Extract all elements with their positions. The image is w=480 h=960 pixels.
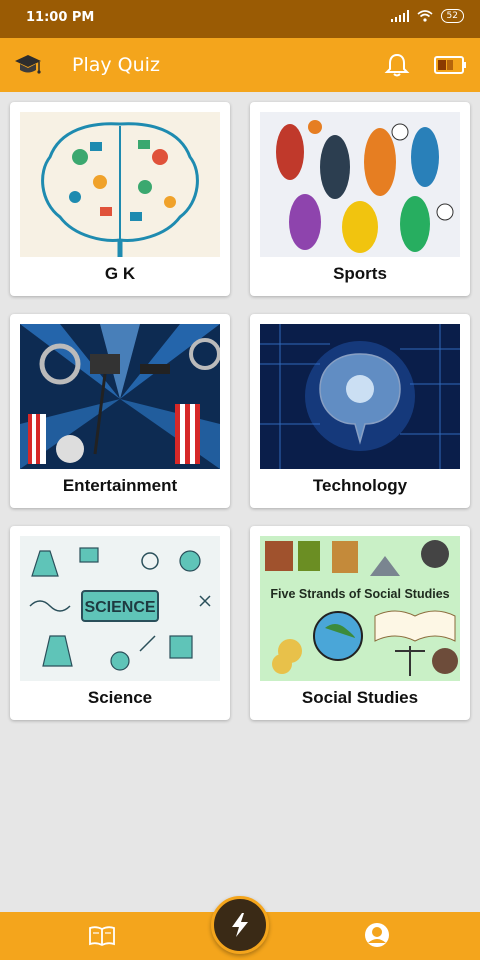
science-caption: SCIENCE [84, 599, 155, 616]
category-label: Social Studies [301, 688, 419, 707]
category-label: Sports [333, 264, 387, 283]
bell-icon[interactable] [384, 52, 410, 78]
battery-icon[interactable] [434, 55, 468, 75]
wifi-icon [417, 10, 433, 22]
graduation-cap-icon [15, 55, 41, 74]
play-quiz-button[interactable] [211, 896, 269, 954]
category-card-sports[interactable]: Sports [250, 102, 470, 296]
category-card-social-studies[interactable]: Five Strands of Social Studies Social St… [250, 526, 470, 720]
technology-image [260, 324, 460, 469]
profile-icon[interactable] [364, 922, 390, 948]
status-bar: 11:00 PM 52 [0, 0, 480, 38]
social-studies-image: Five Strands of Social Studies [260, 536, 460, 681]
sports-image [260, 112, 460, 257]
battery-level-badge: 52 [440, 9, 464, 23]
category-label: Entertainment [62, 476, 178, 495]
category-label: Science [87, 688, 153, 707]
category-label: G K [104, 264, 136, 283]
category-card-technology[interactable]: Technology [250, 314, 470, 508]
category-card-entertainment[interactable]: Entertainment [10, 314, 230, 508]
category-label: Technology [312, 476, 408, 495]
status-icons: 52 [390, 9, 464, 23]
gk-image [20, 112, 220, 257]
category-card-gk[interactable]: G K [10, 102, 230, 296]
app-bar: Play Quiz [0, 38, 480, 92]
status-time: 11:00 PM [26, 10, 95, 25]
signal-icon [390, 10, 409, 22]
science-image: SCIENCE [20, 536, 220, 681]
category-card-science[interactable]: SCIENCE Science [10, 526, 230, 720]
book-icon[interactable] [88, 924, 116, 948]
lightning-icon [232, 913, 248, 937]
page-title: Play Quiz [72, 54, 160, 76]
social-studies-caption: Five Strands of Social Studies [270, 587, 449, 601]
entertainment-image [20, 324, 220, 469]
